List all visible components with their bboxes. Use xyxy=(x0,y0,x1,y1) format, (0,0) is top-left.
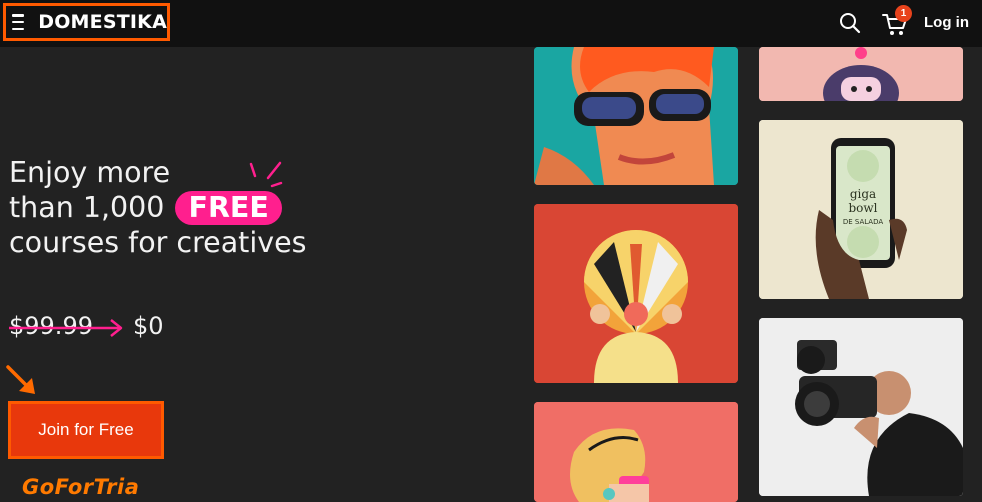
brand-logo: DOMESTIKA xyxy=(38,11,167,33)
old-price: $99.99 xyxy=(9,312,123,340)
course-thumbnail-fan-mask[interactable] xyxy=(534,204,738,383)
headline-line-3: courses for creatives xyxy=(9,226,307,259)
headline-line-1: Enjoy more xyxy=(9,156,171,189)
course-thumbnail-phone-poster[interactable]: giga bowl DE SALADA xyxy=(759,120,963,299)
sparkle-icon xyxy=(249,161,283,188)
hero-headline: Enjoy more than 1,000 FREE courses for c… xyxy=(9,155,369,260)
svg-text:DE SALADA: DE SALADA xyxy=(843,218,884,226)
headline-line-2-text: than 1,000 xyxy=(9,191,165,224)
search-icon[interactable] xyxy=(838,11,862,35)
course-thumbnail-sunglasses-portrait[interactable] xyxy=(534,47,738,185)
svg-text:giga: giga xyxy=(850,187,876,201)
watermark-logo: GoForTrial xyxy=(22,473,147,502)
free-pill: FREE xyxy=(175,191,282,225)
price-row: $99.99 $0 xyxy=(9,309,164,343)
svg-text:bowl: bowl xyxy=(848,201,877,215)
brand-logo-link[interactable]: DOMESTIKA xyxy=(3,3,170,41)
course-thumbnail-3d-character[interactable] xyxy=(759,47,963,101)
login-link[interactable]: Log in xyxy=(924,14,969,31)
top-nav-bar: DOMESTIKA 1 Log in xyxy=(0,0,982,47)
headline-line-2: than 1,000 FREE xyxy=(9,190,369,225)
gofortrial-watermark: GoForTrial xyxy=(22,475,147,499)
menu-icon[interactable] xyxy=(12,14,25,30)
course-thumbnail-photographer[interactable] xyxy=(759,318,963,496)
join-for-free-button[interactable]: Join for Free xyxy=(8,401,164,459)
orange-arrow-icon xyxy=(6,365,35,394)
new-price: $0 xyxy=(132,312,164,340)
cart-count-badge: 1 xyxy=(895,5,912,22)
course-thumbnail-blonde-illustration[interactable] xyxy=(534,402,738,502)
svg-text:GoForTrial: GoForTrial xyxy=(22,475,140,499)
strikethrough-arrow-icon xyxy=(9,319,123,337)
